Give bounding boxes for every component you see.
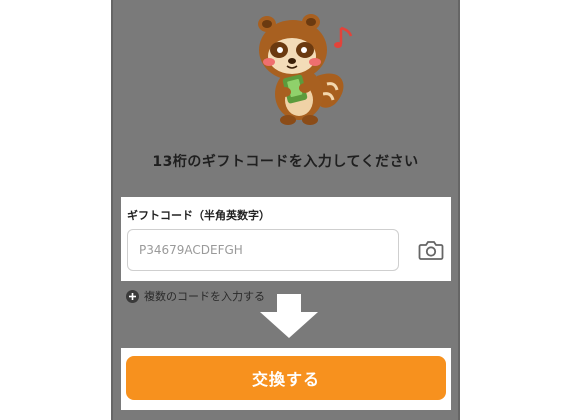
gift-code-label: ギフトコード（半角英数字） bbox=[127, 209, 270, 222]
phone-frame: 13桁のギフトコードを入力してください ギフトコード（半角英数字） 複数のコード… bbox=[111, 0, 460, 420]
page-instruction-heading: 13桁のギフトコードを入力してください bbox=[152, 154, 419, 170]
down-arrow-icon bbox=[260, 294, 318, 338]
camera-icon[interactable] bbox=[418, 238, 444, 262]
gift-code-panel: ギフトコード（半角英数字） bbox=[121, 197, 451, 281]
gift-code-input[interactable] bbox=[127, 229, 399, 271]
add-multiple-codes-link[interactable]: 複数のコードを入力する bbox=[126, 288, 265, 304]
submit-panel: 交換する bbox=[121, 348, 451, 410]
screen: 13桁のギフトコードを入力してください ギフトコード（半角英数字） 複数のコード… bbox=[0, 0, 570, 420]
plus-circle-icon bbox=[126, 289, 139, 303]
add-multiple-codes-label: 複数のコードを入力する bbox=[144, 290, 265, 303]
exchange-button[interactable]: 交換する bbox=[126, 356, 446, 400]
tanuki-mascot-illustration bbox=[258, 14, 353, 125]
